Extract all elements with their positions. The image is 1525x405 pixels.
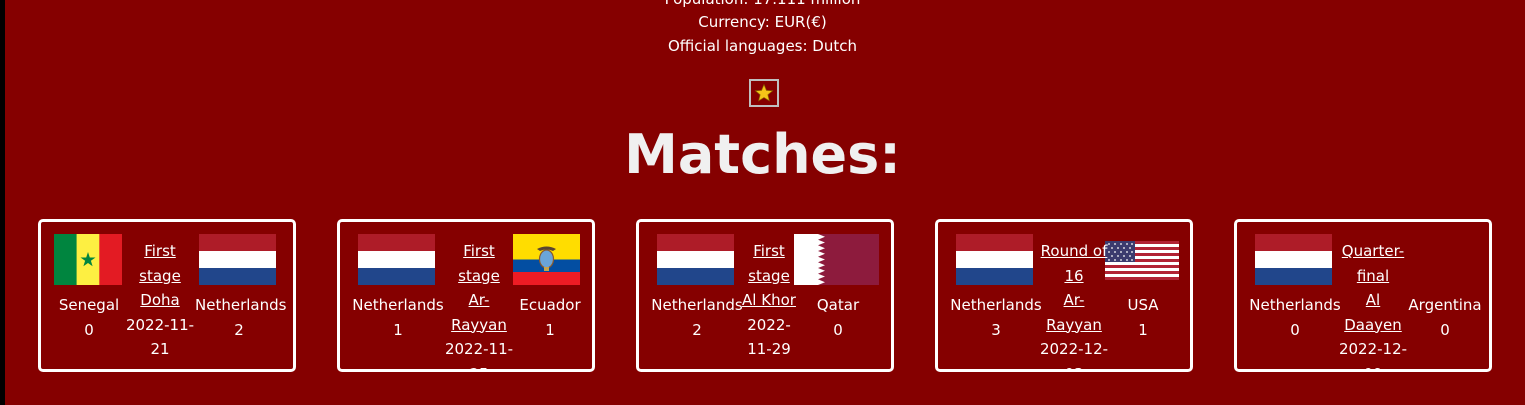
stage-link[interactable]: stage bbox=[121, 264, 199, 289]
match-card: First stage Doha 2022-11- 21 Senegal 0 N… bbox=[38, 219, 296, 372]
match-date: 2022-12- bbox=[1039, 340, 1109, 358]
stage-link[interactable]: First bbox=[735, 239, 803, 264]
away-team-score: 0 bbox=[833, 321, 843, 339]
venue-link[interactable]: Ar- bbox=[440, 288, 518, 313]
home-team-score: 1 bbox=[393, 321, 403, 339]
population-text: Population: 17.111 million bbox=[0, 0, 1525, 10]
qatar-flag bbox=[794, 234, 879, 285]
home-team-name: Netherlands bbox=[651, 296, 743, 314]
away-team-score: 1 bbox=[545, 321, 555, 339]
netherlands-flag bbox=[358, 234, 435, 285]
stage-link[interactable]: final bbox=[1335, 264, 1411, 289]
match-date: 2022-12- bbox=[1338, 340, 1408, 358]
match-date: 11-29 bbox=[747, 340, 791, 358]
senegal-flag bbox=[54, 234, 122, 285]
match-date: 21 bbox=[150, 340, 170, 358]
venue-link[interactable]: Daayen bbox=[1335, 313, 1411, 338]
stage-link[interactable]: Round of bbox=[1036, 239, 1112, 264]
match-info: First stage Doha 2022-11- 21 bbox=[121, 239, 199, 362]
away-team-name: USA bbox=[1127, 296, 1159, 314]
venue-link[interactable]: Doha bbox=[121, 288, 199, 313]
stage-link[interactable]: stage bbox=[440, 264, 518, 289]
netherlands-flag bbox=[1255, 234, 1332, 285]
home-team-score: 2 bbox=[692, 321, 702, 339]
favorite-button[interactable] bbox=[749, 79, 779, 107]
match-card: First stage Al Khor 2022- 11-29 Netherla… bbox=[636, 219, 894, 372]
match-info: Quarter- final Al Daayen 2022-12- 09 bbox=[1335, 239, 1411, 370]
venue-link[interactable]: Rayyan bbox=[1036, 313, 1112, 338]
match-date: 03 bbox=[1036, 362, 1112, 370]
venue-link[interactable]: Al bbox=[1335, 288, 1411, 313]
window-edge bbox=[0, 0, 5, 405]
stage-link[interactable]: stage bbox=[735, 264, 803, 289]
match-card: Quarter- final Al Daayen 2022-12- 09 Net… bbox=[1234, 219, 1492, 372]
match-date: 2022- bbox=[747, 315, 791, 334]
matches-heading: Matches: bbox=[624, 123, 901, 186]
home-team-score: 3 bbox=[991, 321, 1001, 339]
match-date: 09 bbox=[1335, 362, 1411, 370]
away-team-score: 2 bbox=[234, 321, 244, 339]
match-info: First stage Ar- Rayyan 2022-11- 25 bbox=[440, 239, 518, 370]
match-card: Round of 16 Ar- Rayyan 2022-12- 03 Nethe… bbox=[935, 219, 1193, 372]
ecuador-flag bbox=[513, 234, 580, 285]
venue-link[interactable]: Ar- bbox=[1036, 288, 1112, 313]
away-team-name: Netherlands bbox=[195, 296, 287, 314]
venue-link[interactable]: Al Khor bbox=[735, 288, 803, 313]
match-info: First stage Al Khor 2022- 11-29 bbox=[735, 239, 803, 362]
home-team-name: Senegal bbox=[58, 296, 120, 314]
currency-text: Currency: EUR(€) bbox=[698, 13, 827, 31]
stage-link[interactable]: Quarter- bbox=[1335, 239, 1411, 264]
stage-link[interactable]: First bbox=[440, 239, 518, 264]
away-team-name: Qatar bbox=[816, 296, 860, 314]
home-team-name: Netherlands bbox=[1249, 296, 1341, 314]
away-team-score: 0 bbox=[1440, 321, 1450, 339]
languages-text: Official languages: Dutch bbox=[667, 37, 858, 55]
venue-link[interactable]: Rayyan bbox=[440, 313, 518, 338]
home-team-name: Netherlands bbox=[950, 296, 1042, 314]
stage-link[interactable]: First bbox=[121, 239, 199, 264]
usa-flag bbox=[1105, 241, 1179, 280]
home-team-score: 0 bbox=[84, 321, 94, 339]
match-date: 2022-11- bbox=[125, 315, 195, 334]
match-date: 2022-11- bbox=[444, 340, 514, 358]
home-team-name: Netherlands bbox=[352, 296, 444, 314]
home-team-score: 0 bbox=[1290, 321, 1300, 339]
star-icon bbox=[754, 83, 774, 102]
stage-link[interactable]: 16 bbox=[1036, 264, 1112, 289]
away-team-name: Ecuador bbox=[519, 296, 581, 314]
match-date: 25 bbox=[440, 362, 518, 370]
netherlands-flag bbox=[657, 234, 734, 285]
match-card: First stage Ar- Rayyan 2022-11- 25 Nethe… bbox=[337, 219, 595, 372]
away-team-score: 1 bbox=[1138, 321, 1148, 339]
match-info: Round of 16 Ar- Rayyan 2022-12- 03 bbox=[1036, 239, 1112, 370]
away-team-name: Argentina bbox=[1408, 296, 1482, 314]
netherlands-flag bbox=[956, 234, 1033, 285]
netherlands-flag bbox=[199, 234, 276, 285]
